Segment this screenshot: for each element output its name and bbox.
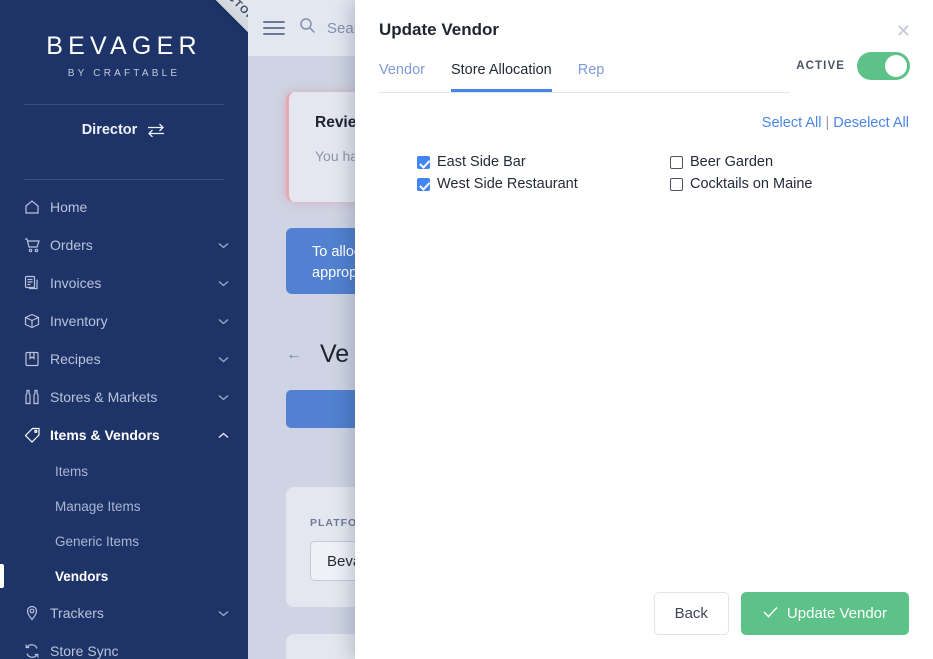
link-separator: | (825, 115, 830, 131)
checkbox-icon[interactable] (417, 177, 430, 191)
active-toggle-group: ACTIVE (796, 52, 910, 80)
documents-icon (24, 275, 50, 291)
sidebar-item-label: Stores & Markets (50, 389, 158, 405)
store-checkbox-west-side-restaurant[interactable]: West Side Restaurant (417, 173, 670, 195)
chevron-down-icon[interactable] (218, 274, 230, 292)
store-label: Beer Garden (690, 154, 774, 170)
sidebar-subitem-label: Manage Items (55, 499, 141, 514)
page-header: ← Ve (286, 340, 349, 369)
sidebar-item-inventory[interactable]: Inventory (0, 302, 248, 340)
store-checkbox-east-side-bar[interactable]: East Side Bar (417, 151, 670, 173)
checkbox-icon[interactable] (670, 155, 683, 169)
chevron-down-icon[interactable] (218, 388, 230, 406)
chevron-down-icon[interactable] (218, 350, 230, 368)
sidebar-item-label: Home (50, 199, 88, 215)
tab-vendor[interactable]: Vendor (379, 62, 425, 92)
role-label: Director (81, 122, 138, 138)
sidebar-subitem-label: Items (55, 464, 89, 479)
sidebar-item-label: Orders (50, 237, 93, 253)
back-arrow-icon[interactable]: ← (286, 346, 302, 364)
store-column-right: Beer Garden Cocktails on Maine (670, 151, 923, 195)
modal-footer: Back Update Vendor (355, 592, 933, 659)
sync-icon (24, 643, 50, 659)
sidebar-item-invoices[interactable]: Invoices (0, 264, 248, 302)
deselect-all-link[interactable]: Deselect All (833, 115, 909, 131)
sidebar-item-label: Store Sync (50, 643, 119, 659)
brand-logo: BEVAGER BY CRAFTABLE (0, 0, 248, 79)
store-checkbox-beer-garden[interactable]: Beer Garden (670, 151, 923, 173)
tag-icon (24, 427, 50, 443)
search-icon (299, 17, 316, 39)
sidebar-item-label: Inventory (50, 313, 108, 329)
cart-icon (24, 237, 50, 253)
back-button[interactable]: Back (653, 592, 729, 635)
brand-name: BEVAGER (46, 32, 202, 60)
modal-header: Update Vendor ✕ (355, 0, 933, 40)
sidebar-subitem-generic-items[interactable]: Generic Items (0, 524, 248, 559)
sidebar-subitem-items[interactable]: Items (0, 454, 248, 489)
select-all-link[interactable]: Select All (762, 115, 822, 131)
sidebar-subitem-label: Generic Items (55, 534, 140, 549)
sidebar-item-label: Recipes (50, 351, 101, 367)
book-icon (24, 351, 50, 367)
sidebar-item-home[interactable]: Home (0, 188, 248, 226)
chevron-down-icon[interactable] (218, 312, 230, 330)
sidebar-nav: Home Orders Invoices Inventory Recipes S… (0, 188, 248, 659)
sidebar: DIRECTOR BEVAGER BY CRAFTABLE Director (0, 0, 248, 659)
update-vendor-button[interactable]: Update Vendor (740, 592, 909, 635)
store-checkbox-cocktails-on-maine[interactable]: Cocktails on Maine (670, 173, 923, 195)
sidebar-item-recipes[interactable]: Recipes (0, 340, 248, 378)
hamburger-icon[interactable] (263, 17, 285, 39)
sidebar-item-label: Items & Vendors (50, 427, 160, 443)
sidebar-item-stores-and-markets[interactable]: Stores & Markets (0, 378, 248, 416)
modal-title: Update Vendor (379, 20, 499, 39)
store-label: East Side Bar (437, 154, 526, 170)
bottles-icon (24, 389, 50, 405)
pin-icon (24, 605, 50, 621)
brand-tagline: BY CRAFTABLE (67, 68, 181, 79)
checkbox-icon[interactable] (417, 155, 430, 169)
checkbox-icon[interactable] (670, 177, 683, 191)
store-label: West Side Restaurant (437, 176, 578, 192)
sidebar-subitem-label: Vendors (55, 569, 109, 584)
update-vendor-label: Update Vendor (786, 605, 887, 622)
chevron-down-icon[interactable] (218, 236, 230, 254)
swap-arrows-icon (146, 123, 166, 137)
sidebar-item-label: Trackers (50, 605, 104, 621)
sidebar-item-trackers[interactable]: Trackers (0, 594, 248, 632)
sidebar-item-items-and-vendors[interactable]: Items & Vendors (0, 416, 248, 454)
update-vendor-modal: Update Vendor ✕ ACTIVE Vendor Store Allo… (355, 0, 933, 659)
modal-tabs: Vendor Store Allocation Rep (379, 62, 790, 93)
sidebar-divider-bottom (24, 179, 224, 180)
check-icon (763, 605, 778, 622)
selection-links: Select All | Deselect All (355, 115, 933, 131)
tab-rep[interactable]: Rep (578, 62, 605, 92)
toggle-knob (885, 55, 907, 77)
store-label: Cocktails on Maine (690, 176, 813, 192)
sidebar-subitem-manage-items[interactable]: Manage Items (0, 489, 248, 524)
page-title: Ve (320, 340, 350, 368)
store-column-left: East Side Bar West Side Restaurant (417, 151, 670, 195)
active-label: ACTIVE (796, 60, 845, 72)
chevron-up-icon[interactable] (218, 426, 230, 444)
chevron-down-icon[interactable] (218, 604, 230, 622)
sidebar-item-orders[interactable]: Orders (0, 226, 248, 264)
box-icon (24, 313, 50, 329)
close-icon[interactable]: ✕ (896, 22, 911, 40)
role-switcher[interactable]: Director (0, 105, 248, 154)
store-allocation-columns: East Side Bar West Side Restaurant Beer … (355, 151, 933, 195)
active-toggle[interactable] (857, 52, 910, 80)
home-icon (24, 199, 50, 215)
tab-store-allocation[interactable]: Store Allocation (450, 62, 552, 92)
sidebar-subitem-vendors[interactable]: Vendors (0, 559, 248, 594)
sidebar-item-store-sync[interactable]: Store Sync (0, 632, 248, 659)
sidebar-item-label: Invoices (50, 275, 102, 291)
